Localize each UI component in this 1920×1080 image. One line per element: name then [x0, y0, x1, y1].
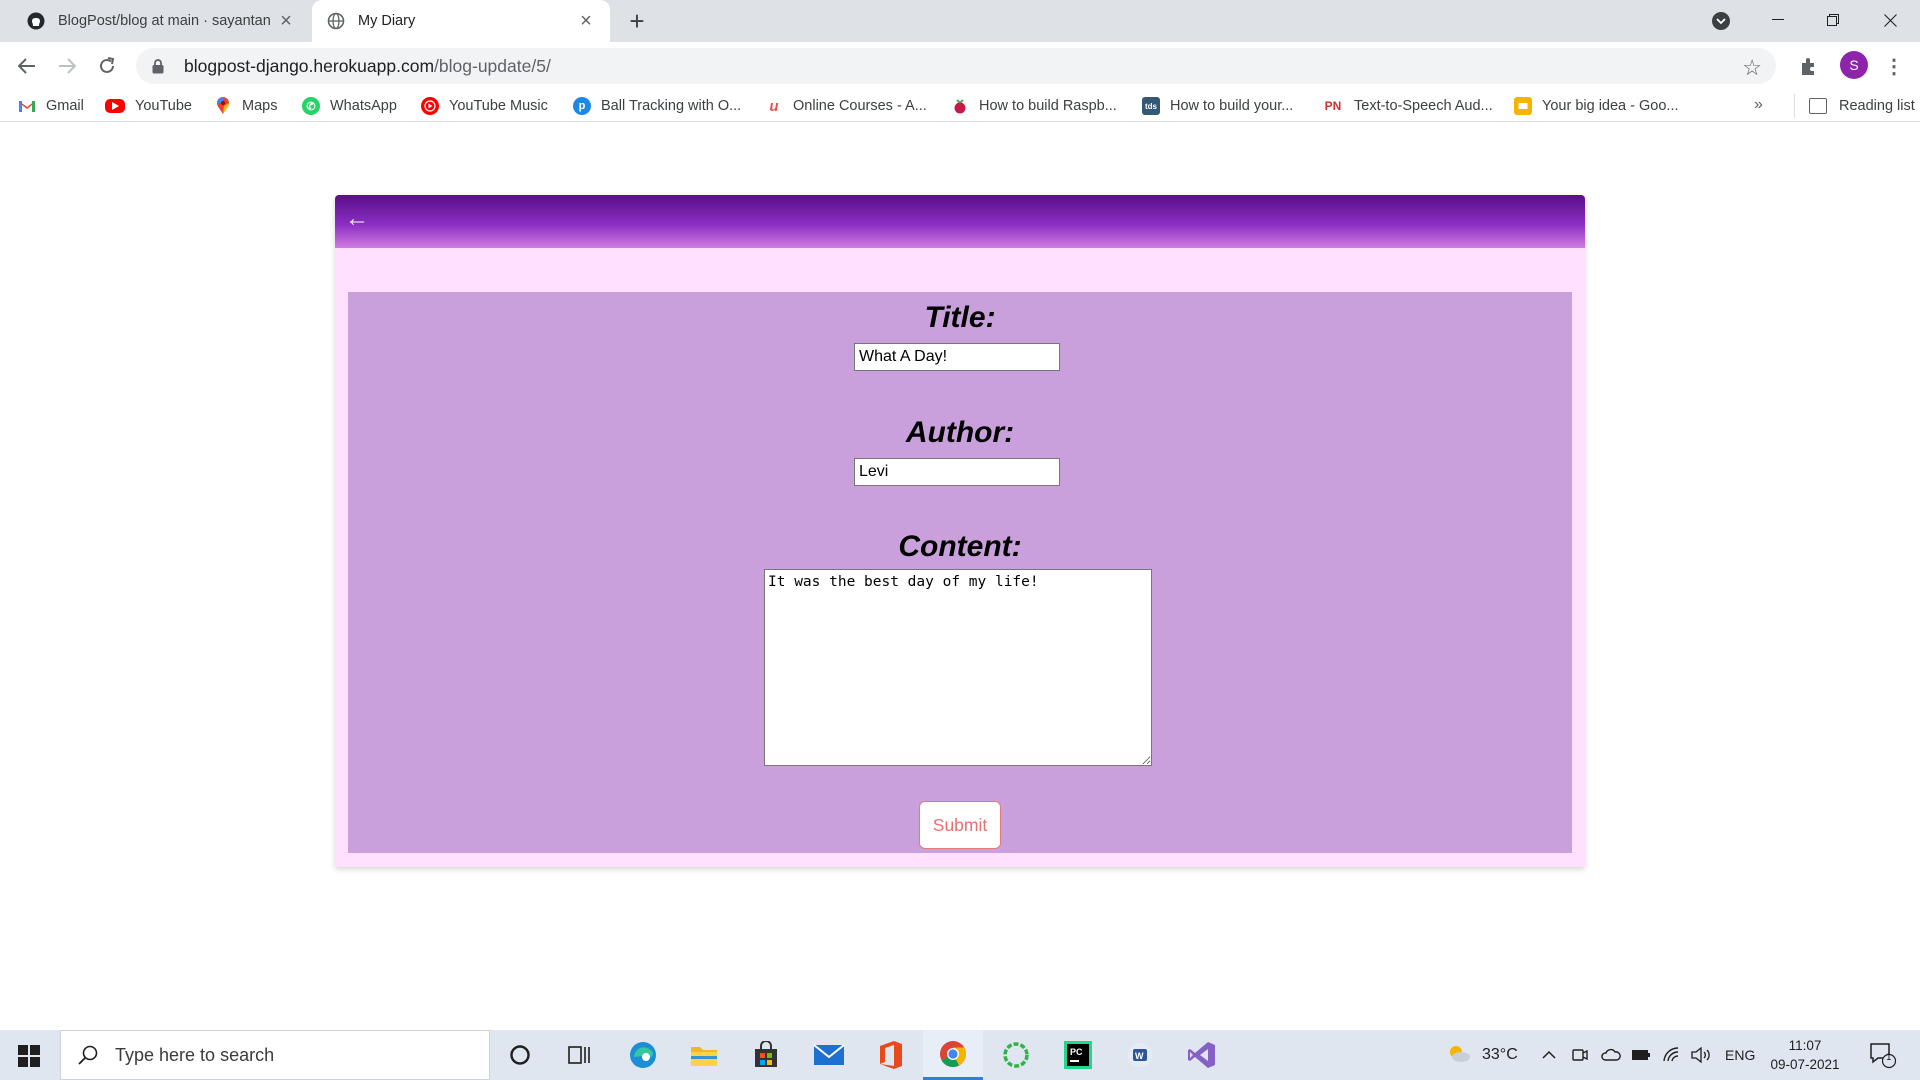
weather-temp: 33°C	[1482, 1046, 1518, 1063]
youtube-music-icon	[421, 97, 439, 115]
p-icon: p	[573, 97, 591, 115]
minimize-button[interactable]	[1756, 4, 1800, 36]
blog-update-form: Title: Author: Content: It was the best …	[348, 292, 1572, 853]
card-header: ←	[335, 195, 1585, 248]
diary-card: ← Title: Author: Content: It was the bes…	[335, 195, 1585, 867]
youtube-icon	[105, 99, 125, 113]
weather-icon	[1446, 1043, 1472, 1068]
bookmark-youtube-music[interactable]: YouTube Music	[421, 94, 548, 118]
task-view-icon[interactable]	[550, 1030, 610, 1080]
windows-start-icon[interactable]	[18, 1045, 40, 1067]
tab-my-diary[interactable]: My Diary ×	[312, 0, 610, 42]
extensions-icon[interactable]	[1798, 55, 1820, 77]
url-path: /blog-update/5/	[434, 55, 551, 76]
reload-button[interactable]	[91, 50, 123, 82]
close-tab-icon[interactable]: ×	[276, 11, 296, 31]
meet-now-icon[interactable]	[1572, 1030, 1588, 1080]
bookmark-raspberry[interactable]: How to build Raspb...	[951, 94, 1117, 118]
visual-studio-icon[interactable]	[1172, 1030, 1232, 1080]
whatsapp-icon: ✆	[302, 97, 320, 115]
globe-icon	[326, 11, 346, 31]
windows-taskbar: Type here to search PC W 33°C ENG 11:07 …	[0, 1030, 1920, 1080]
bookmark-ball-tracking[interactable]: p Ball Tracking with O...	[573, 94, 741, 118]
menu-kebab-icon[interactable]: ⋮	[1884, 52, 1904, 80]
svg-text:W: W	[1135, 1051, 1144, 1061]
pn-icon: PN	[1324, 99, 1342, 113]
reading-list-button[interactable]: Reading list	[1794, 94, 1915, 118]
bookmark-online-courses[interactable]: u Online Courses - A...	[765, 94, 926, 118]
bookmark-youtube[interactable]: YouTube	[105, 94, 192, 118]
taskbar-search[interactable]: Type here to search	[60, 1030, 490, 1080]
cortana-icon[interactable]	[490, 1030, 550, 1080]
tab-search-icon[interactable]	[1712, 12, 1730, 30]
tab-github[interactable]: BlogPost/blog at main · sayantan ×	[12, 0, 310, 42]
restore-button[interactable]	[1811, 4, 1855, 36]
tds-icon: tds	[1142, 97, 1160, 115]
clock-date: 09-07-2021	[1770, 1057, 1840, 1072]
clock[interactable]: 11:07 09-07-2021	[1762, 1036, 1848, 1074]
bookmark-maps[interactable]: Maps	[214, 94, 277, 118]
address-bar[interactable]: blogpost-django.herokuapp.com/blog-updat…	[136, 48, 1776, 84]
new-tab-button[interactable]: +	[622, 6, 652, 36]
author-input[interactable]	[854, 458, 1060, 486]
tab-strip: BlogPost/blog at main · sayantan × My Di…	[0, 0, 1920, 42]
battery-icon[interactable]	[1631, 1030, 1651, 1080]
show-hidden-icons[interactable]	[1542, 1030, 1556, 1080]
bookmark-star-icon[interactable]: ☆	[1742, 55, 1762, 81]
chrome-icon[interactable]	[923, 1030, 983, 1080]
profile-avatar[interactable]: S	[1840, 51, 1868, 79]
title-input[interactable]	[854, 343, 1060, 371]
word-icon[interactable]: W	[1110, 1030, 1170, 1080]
volume-icon[interactable]	[1691, 1030, 1713, 1080]
browser-toolbar: blogpost-django.herokuapp.com/blog-updat…	[0, 42, 1920, 90]
wifi-icon[interactable]	[1662, 1030, 1682, 1080]
bookmarks-more-button[interactable]: »	[1754, 96, 1763, 114]
content-textarea[interactable]: It was the best day of my life!	[764, 569, 1152, 766]
tab-title: BlogPost/blog at main · sayantan	[58, 13, 271, 29]
office-icon[interactable]	[861, 1030, 921, 1080]
onedrive-icon[interactable]	[1601, 1030, 1621, 1080]
edge-icon[interactable]	[613, 1030, 673, 1080]
clock-time: 11:07	[1788, 1038, 1822, 1053]
lock-icon[interactable]	[150, 58, 166, 74]
bookmarks-bar: Gmail YouTube Maps ✆ WhatsApp YouTube Mus…	[0, 90, 1920, 122]
maps-icon	[214, 97, 232, 115]
weather-widget[interactable]: 33°C	[1446, 1030, 1518, 1080]
forward-button[interactable]	[51, 50, 83, 82]
bookmark-big-idea[interactable]: Your big idea - Goo...	[1514, 94, 1679, 118]
pycharm-icon[interactable]: PC	[1048, 1030, 1108, 1080]
bookmark-tds[interactable]: tds How to build your...	[1142, 94, 1293, 118]
mail-icon[interactable]	[799, 1030, 859, 1080]
raspberry-icon	[951, 97, 969, 115]
bookmark-gmail[interactable]: Gmail	[18, 94, 84, 118]
search-placeholder: Type here to search	[115, 1044, 275, 1065]
store-icon[interactable]	[736, 1030, 796, 1080]
github-icon	[26, 11, 46, 31]
back-button[interactable]	[11, 50, 43, 82]
search-icon	[75, 1042, 101, 1068]
content-label: Content:	[898, 530, 1022, 563]
gmail-icon	[18, 97, 36, 115]
close-window-button[interactable]	[1868, 4, 1912, 36]
back-arrow-icon[interactable]: ←	[345, 205, 369, 233]
title-label: Title:	[924, 301, 996, 334]
notification-count: 1	[1886, 1052, 1892, 1063]
submit-button[interactable]: Submit	[919, 801, 1001, 849]
tab-title: My Diary	[358, 13, 416, 29]
url-host: blogpost-django.herokuapp.com	[184, 55, 435, 76]
action-center-icon[interactable]: 1	[1868, 1030, 1898, 1080]
svg-text:PC: PC	[1070, 1047, 1083, 1057]
udemy-icon: u	[769, 97, 779, 115]
reading-list-icon	[1809, 98, 1827, 114]
file-explorer-icon[interactable]	[674, 1030, 734, 1080]
author-label: Author:	[905, 416, 1015, 449]
close-tab-icon[interactable]: ×	[576, 11, 596, 31]
loading-app-icon[interactable]	[986, 1030, 1046, 1080]
bookmark-text-to-speech[interactable]: PN Text-to-Speech Aud...	[1322, 94, 1493, 118]
language-indicator[interactable]: ENG	[1725, 1030, 1755, 1080]
slides-icon	[1514, 97, 1532, 115]
bookmark-whatsapp[interactable]: ✆ WhatsApp	[302, 94, 397, 118]
